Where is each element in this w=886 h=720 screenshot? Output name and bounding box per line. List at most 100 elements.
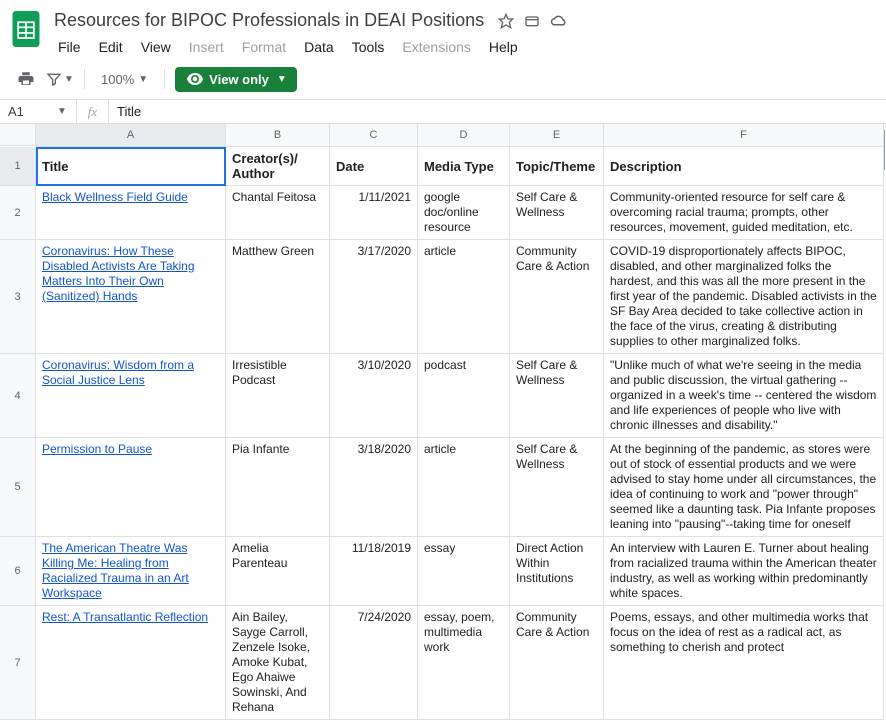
row-header-5[interactable]: 5: [0, 438, 36, 537]
cell-A7[interactable]: Rest: A Transatlantic Reflection: [36, 606, 226, 720]
row-header-7[interactable]: 7: [0, 606, 36, 720]
cell-A2[interactable]: Black Wellness Field Guide: [36, 186, 226, 240]
chevron-down-icon: ▼: [277, 74, 287, 85]
formula-bar[interactable]: Title: [109, 104, 141, 119]
cell-D4[interactable]: podcast: [418, 354, 510, 438]
filter-icon: [46, 71, 62, 87]
chevron-down-icon: ▼: [138, 74, 148, 85]
cell-E4[interactable]: Self Care & Wellness: [510, 354, 604, 438]
row-header-3[interactable]: 3: [0, 240, 36, 354]
cell-D2[interactable]: google doc/online resource: [418, 186, 510, 240]
title-area: Resources for BIPOC Professionals in DEA…: [50, 6, 878, 59]
cell-A1[interactable]: Title: [36, 147, 226, 186]
cell-D1[interactable]: Media Type: [418, 147, 510, 186]
cell-E1[interactable]: Topic/Theme: [510, 147, 604, 186]
cell-C5[interactable]: 3/18/2020: [330, 438, 418, 537]
col-header-c[interactable]: C: [330, 124, 418, 147]
menu-extensions: Extensions: [394, 35, 478, 59]
cell-B7[interactable]: Ain Bailey, Sayge Carroll, Zenzele Isoke…: [226, 606, 330, 720]
menu-data[interactable]: Data: [296, 35, 342, 59]
cell-D7[interactable]: essay, poem, multimedia work: [418, 606, 510, 720]
cell-C4[interactable]: 3/10/2020: [330, 354, 418, 438]
spreadsheet-grid: A B C D E F 1 Title Creator(s)/ Author D…: [0, 124, 886, 720]
cell-A6[interactable]: The American Theatre Was Killing Me: Hea…: [36, 537, 226, 606]
cell-C3[interactable]: 3/17/2020: [330, 240, 418, 354]
cell-C1[interactable]: Date: [330, 147, 418, 186]
view-only-button[interactable]: View only ▼: [175, 67, 297, 92]
zoom-dropdown[interactable]: 100% ▼: [95, 68, 154, 91]
name-box-dropdown[interactable]: ▼: [48, 106, 76, 117]
cell-B6[interactable]: Amelia Parenteau: [226, 537, 330, 606]
row-header-4[interactable]: 4: [0, 354, 36, 438]
toolbar-separator: [164, 69, 165, 89]
cell-B1[interactable]: Creator(s)/ Author: [226, 147, 330, 186]
fx-label: fx: [76, 100, 108, 123]
link[interactable]: Rest: A Transatlantic Reflection: [42, 610, 208, 624]
link[interactable]: The American Theatre Was Killing Me: Hea…: [42, 541, 189, 600]
cell-E5[interactable]: Self Care & Wellness: [510, 438, 604, 537]
cell-D6[interactable]: essay: [418, 537, 510, 606]
menu-insert: Insert: [181, 35, 232, 59]
cell-F1[interactable]: Description: [604, 147, 884, 186]
toolbar: ▼ 100% ▼ View only ▼: [0, 59, 886, 100]
cell-B3[interactable]: Matthew Green: [226, 240, 330, 354]
cell-B5[interactable]: Pia Infante: [226, 438, 330, 537]
cell-A4[interactable]: Coronavirus: Wisdom from a Social Justic…: [36, 354, 226, 438]
cell-F5[interactable]: At the beginning of the pandemic, as sto…: [604, 438, 884, 537]
cell-E3[interactable]: Community Care & Action: [510, 240, 604, 354]
cell-A3[interactable]: Coronavirus: How These Disabled Activist…: [36, 240, 226, 354]
menu-edit[interactable]: Edit: [91, 35, 131, 59]
star-icon[interactable]: [498, 13, 514, 29]
row-header-2[interactable]: 2: [0, 186, 36, 240]
col-header-b[interactable]: B: [226, 124, 330, 147]
filter-button[interactable]: ▼: [46, 65, 74, 93]
cell-F7[interactable]: Poems, essays, and other multimedia work…: [604, 606, 884, 720]
chevron-down-icon: ▼: [64, 74, 74, 85]
cell-F6[interactable]: An interview with Lauren E. Turner about…: [604, 537, 884, 606]
cell-E7[interactable]: Community Care & Action: [510, 606, 604, 720]
name-fx-bar: A1 ▼ fx Title: [0, 100, 886, 124]
link[interactable]: Coronavirus: Wisdom from a Social Justic…: [42, 358, 194, 387]
select-all-corner[interactable]: [0, 124, 36, 146]
view-only-label: View only: [209, 72, 269, 87]
cell-D3[interactable]: article: [418, 240, 510, 354]
cell-C6[interactable]: 11/18/2019: [330, 537, 418, 606]
menu-format: Format: [234, 35, 294, 59]
menu-view[interactable]: View: [133, 35, 179, 59]
col-header-a[interactable]: A: [36, 124, 226, 147]
cell-F3[interactable]: COVID-19 disproportionately affects BIPO…: [604, 240, 884, 354]
col-header-d[interactable]: D: [418, 124, 510, 147]
cell-A5[interactable]: Permission to Pause: [36, 438, 226, 537]
cell-D5[interactable]: article: [418, 438, 510, 537]
print-icon: [17, 70, 35, 88]
move-to-drive-icon[interactable]: [524, 13, 540, 29]
cell-F2[interactable]: Community-oriented resource for self car…: [604, 186, 884, 240]
menu-file[interactable]: File: [50, 35, 89, 59]
toolbar-separator: [84, 69, 85, 89]
cloud-status-icon[interactable]: [550, 14, 568, 28]
name-box[interactable]: A1: [0, 104, 48, 119]
menubar: File Edit View Insert Format Data Tools …: [50, 35, 878, 59]
doc-title[interactable]: Resources for BIPOC Professionals in DEA…: [50, 8, 488, 33]
cell-C7[interactable]: 7/24/2020: [330, 606, 418, 720]
link[interactable]: Coronavirus: How These Disabled Activist…: [42, 244, 195, 303]
col-header-f[interactable]: F: [604, 124, 884, 147]
menu-help[interactable]: Help: [481, 35, 526, 59]
sheets-logo[interactable]: [8, 8, 44, 50]
link[interactable]: Black Wellness Field Guide: [42, 190, 188, 204]
row-header-6[interactable]: 6: [0, 537, 36, 606]
cell-E6[interactable]: Direct Action Within Institutions: [510, 537, 604, 606]
app-header: Resources for BIPOC Professionals in DEA…: [0, 0, 886, 59]
eye-icon: [187, 73, 203, 85]
cell-B2[interactable]: Chantal Feitosa: [226, 186, 330, 240]
cell-F4[interactable]: "Unlike much of what we're seeing in the…: [604, 354, 884, 438]
row-header-1[interactable]: 1: [0, 147, 36, 186]
zoom-value: 100%: [101, 72, 134, 87]
cell-B4[interactable]: Irresistible Podcast: [226, 354, 330, 438]
print-button[interactable]: [12, 65, 40, 93]
col-header-e[interactable]: E: [510, 124, 604, 147]
link[interactable]: Permission to Pause: [42, 442, 152, 456]
cell-C2[interactable]: 1/11/2021: [330, 186, 418, 240]
menu-tools[interactable]: Tools: [344, 35, 393, 59]
cell-E2[interactable]: Self Care & Wellness: [510, 186, 604, 240]
